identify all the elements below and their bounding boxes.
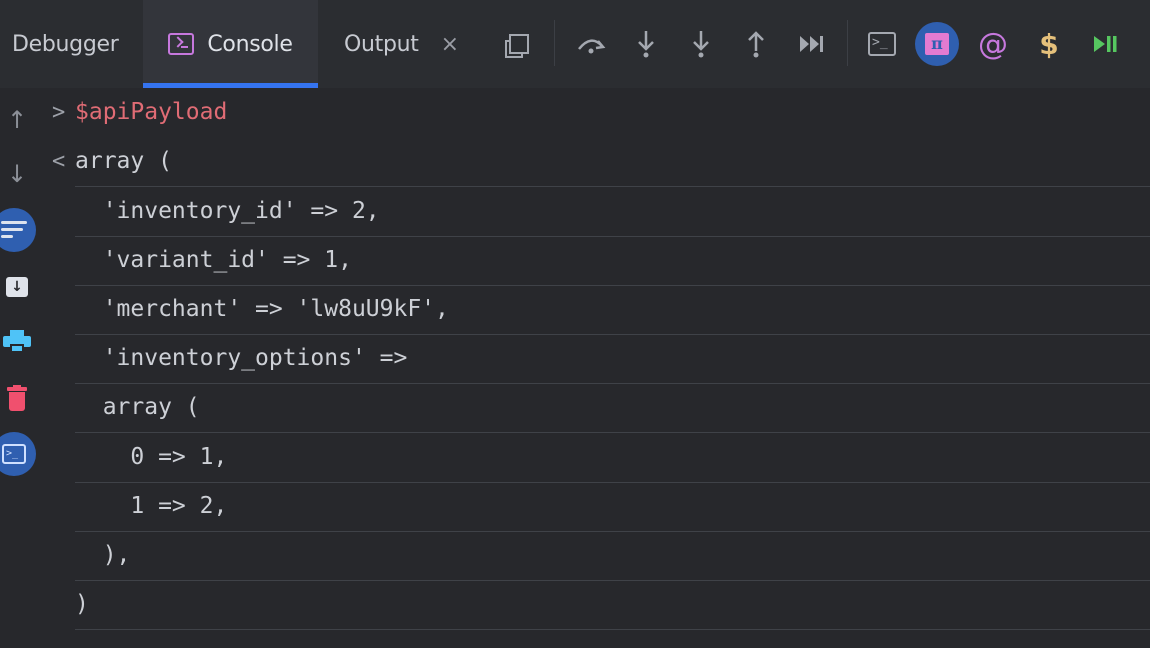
output-line: array ( xyxy=(75,383,1150,433)
console-input-text: $apiPayload xyxy=(75,99,228,125)
run-to-cursor-icon[interactable] xyxy=(790,22,834,66)
toolbar-divider xyxy=(554,20,555,66)
step-over-icon[interactable] xyxy=(569,22,613,66)
output-line: 0 => 1, xyxy=(75,433,1150,483)
output-line: 'merchant' => 'lw8uU9kF', xyxy=(75,285,1150,335)
pi-icon[interactable]: π xyxy=(915,22,959,66)
resume-icon[interactable] xyxy=(1083,22,1127,66)
tab-debugger-label: Debugger xyxy=(12,31,119,57)
tab-output-label: Output xyxy=(344,31,419,57)
tab-console[interactable]: Console xyxy=(143,0,318,88)
output-line: 1 => 2, xyxy=(75,482,1150,532)
console-icon xyxy=(168,33,195,55)
output-line: 'variant_id' => 1, xyxy=(75,236,1150,286)
console-output[interactable]: > $apiPayload < array ( 'inventory_id' =… xyxy=(0,88,1150,648)
step-into-icon[interactable] xyxy=(624,22,668,66)
tab-console-label: Console xyxy=(207,31,293,57)
dollar-icon[interactable]: $ xyxy=(1027,22,1071,66)
output-prompt: < xyxy=(52,149,66,174)
output-line: 'inventory_id' => 2, xyxy=(75,187,1150,237)
output-line: array ( xyxy=(75,137,1150,187)
restore-layout-icon[interactable] xyxy=(497,22,541,66)
step-out-icon[interactable] xyxy=(734,22,778,66)
input-prompt: > xyxy=(52,100,66,125)
toolbar-divider xyxy=(847,20,848,66)
output-line: ), xyxy=(75,531,1150,581)
debug-toolbar: Debugger Console Output × >_ π @ $ xyxy=(0,0,1150,88)
console-input-line: $apiPayload xyxy=(75,88,1150,137)
output-line: ) xyxy=(75,580,1150,630)
tab-debugger[interactable]: Debugger xyxy=(0,0,142,88)
terminal-icon[interactable]: >_ xyxy=(860,22,904,66)
close-icon[interactable]: × xyxy=(441,32,459,57)
output-line: 'inventory_options' => xyxy=(75,334,1150,384)
at-icon[interactable]: @ xyxy=(971,22,1015,66)
force-step-into-icon[interactable] xyxy=(679,22,723,66)
tab-output[interactable]: Output × xyxy=(318,0,478,88)
